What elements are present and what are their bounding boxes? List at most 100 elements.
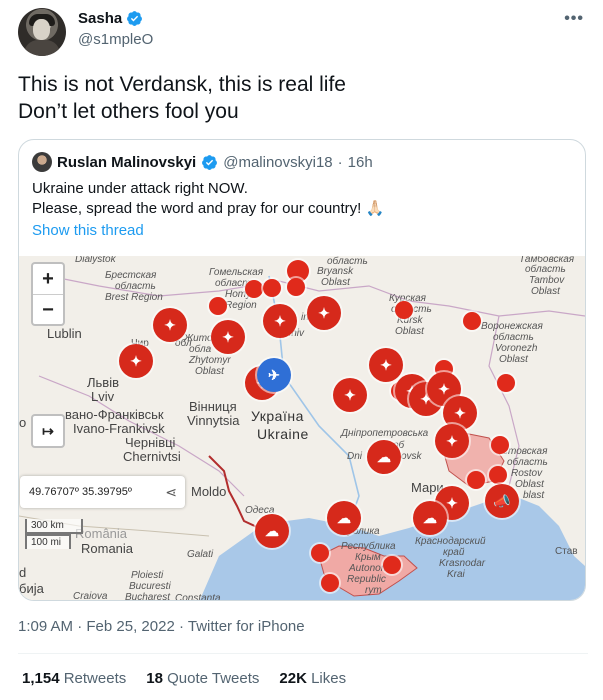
map-image[interactable]: Dialystok Брестская область Brest Region… (19, 256, 585, 601)
map-label: Oblast (195, 366, 224, 377)
map-label: Bucharest (125, 592, 171, 601)
missile-marker-icon[interactable]: ✦ (435, 424, 469, 458)
missile-marker-icon[interactable]: ✦ (153, 308, 187, 342)
explosion-marker-icon[interactable]: ☁ (367, 440, 401, 474)
tweet-meta: 1:09 AM · Feb 25, 2022 · Twitter for iPh… (18, 618, 305, 635)
map-label: Львів (87, 375, 120, 390)
missile-marker-icon[interactable]: ✦ (307, 296, 341, 330)
missile-marker-icon[interactable]: ✦ (119, 344, 153, 378)
map-label: Moldo (191, 484, 227, 499)
map-label: Чернівці (125, 435, 176, 450)
attack-marker[interactable] (321, 574, 339, 592)
retweets-stat[interactable]: 1,154 Retweets (22, 670, 126, 687)
map-label: o (19, 415, 27, 430)
attack-marker[interactable] (463, 312, 481, 330)
tweet-line-1: This is not Verdansk, this is real life (18, 73, 346, 96)
map-label: Dialystok (75, 256, 116, 265)
map-label: Krai (447, 569, 465, 580)
map-label: Lviv (91, 389, 115, 404)
map-label: Крым (355, 552, 381, 563)
map-label: Ukraine (257, 426, 309, 442)
map-label: Chernivtsi (123, 449, 181, 464)
attack-marker[interactable] (263, 279, 281, 297)
map-zoom-control: + − (31, 262, 65, 326)
attack-marker[interactable] (209, 297, 227, 315)
tweet-time[interactable]: 1:09 AM (18, 618, 73, 635)
tweet-source[interactable]: Twitter for iPhone (188, 618, 305, 635)
missile-marker-icon[interactable]: ✦ (211, 320, 245, 354)
map-label: Brest Region (105, 292, 163, 303)
map-label: Oblast (395, 326, 424, 337)
airport-marker-icon[interactable]: ✈ (257, 358, 291, 392)
attack-marker[interactable] (395, 301, 413, 319)
map-label: Oblast (515, 479, 544, 490)
fullscreen-button[interactable]: ↦ (31, 414, 65, 448)
likes-stat[interactable]: 22K Likes (279, 670, 346, 687)
tweet-header: Sasha @s1mpleO ••• (18, 8, 588, 58)
attack-marker[interactable] (287, 278, 305, 296)
megaphone-marker-icon[interactable]: 📣 (485, 484, 519, 518)
map-label: Вінниця (189, 399, 237, 414)
map-label: вано-Франківськ (65, 407, 164, 422)
map-label: d (19, 565, 27, 580)
quoted-line-1: Ukraine under attack right NOW. (32, 180, 248, 197)
map-label: Дніпропетровська (341, 428, 429, 439)
map-label: Voronezh (495, 343, 538, 354)
attack-marker[interactable] (497, 374, 515, 392)
attack-marker[interactable] (489, 466, 507, 484)
map-label: стовская (503, 446, 548, 457)
zoom-in-button[interactable]: + (33, 264, 63, 294)
show-thread-link[interactable]: Show this thread (32, 222, 144, 239)
explosion-marker-icon[interactable]: ☁ (327, 501, 361, 535)
map-label: Vinnytsia (187, 413, 240, 428)
map-label: Krasnodar (439, 558, 486, 569)
missile-marker-icon[interactable]: ✦ (333, 378, 367, 412)
zoom-out-button[interactable]: − (33, 294, 63, 324)
attack-marker[interactable] (245, 280, 263, 298)
map-label: Bryansk (317, 266, 354, 277)
meta-separator: · (77, 618, 83, 635)
map-label: Став (555, 546, 578, 557)
map-label: Galati (187, 549, 214, 560)
attack-marker[interactable] (491, 436, 509, 454)
map-label: Zhytomyr (189, 355, 231, 366)
author-handle[interactable]: @s1mpleO (78, 31, 153, 48)
map-label: бија (19, 581, 44, 596)
map-label: Bucuresti (129, 581, 171, 592)
map-label: Oblast (499, 354, 528, 365)
retweets-count: 1,154 (22, 670, 60, 687)
author-name-row[interactable]: Sasha (78, 10, 143, 27)
quoted-header: Ruslan Malinovskyi @malinovskyi18 · 16h (32, 152, 373, 172)
quote-tweets-stat[interactable]: 18 Quote Tweets (146, 670, 259, 687)
explosion-marker-icon[interactable]: ☁ (413, 501, 447, 535)
map-label: Ploiesti (131, 570, 164, 581)
map-label: Craiova (73, 591, 108, 601)
map-label: ovsk (401, 451, 422, 462)
author-block: Sasha @s1mpleO (78, 10, 153, 48)
meta-separator: · (178, 618, 184, 635)
missile-marker-icon[interactable]: ✦ (263, 304, 297, 338)
map-label: область (507, 457, 548, 468)
map-label: область (115, 281, 156, 292)
map-label: Україна (251, 408, 304, 424)
more-horizontal-icon[interactable]: ••• (564, 10, 584, 28)
likes-count: 22K (279, 670, 307, 687)
missile-marker-icon[interactable]: ✦ (369, 348, 403, 382)
quoted-author-handle: @malinovskyi18 (223, 153, 333, 171)
map-label: Республика (341, 541, 396, 552)
attack-marker[interactable] (383, 556, 401, 574)
avatar[interactable] (18, 8, 66, 56)
quoted-line-2: Please, spread the word and pray for our… (32, 200, 385, 217)
quoted-tweet[interactable]: Ruslan Malinovskyi @malinovskyi18 · 16h … (18, 139, 586, 601)
author-name[interactable]: Sasha (78, 10, 122, 27)
map-label: Oblast (321, 277, 350, 288)
map-label: область (493, 332, 534, 343)
attack-marker[interactable] (311, 544, 329, 562)
tweet-text: This is not Verdansk, this is real life … (18, 71, 583, 125)
scale-mi: 100 mi (25, 534, 71, 549)
map-label: область (525, 264, 566, 275)
explosion-marker-icon[interactable]: ☁ (255, 514, 289, 548)
attack-marker[interactable] (467, 471, 485, 489)
share-icon[interactable]: ⋖ (165, 476, 177, 508)
tweet-date[interactable]: Feb 25, 2022 (86, 618, 174, 635)
